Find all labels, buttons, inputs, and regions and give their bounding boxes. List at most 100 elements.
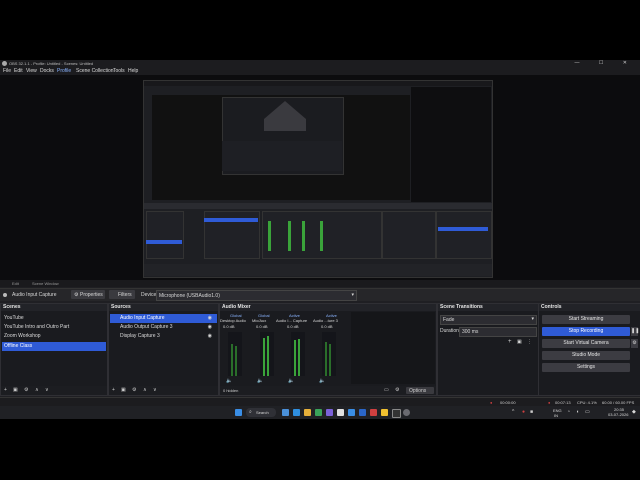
controls-dock: Controls Start Streaming Stop Recording … (538, 303, 640, 396)
scene-filters-icon[interactable]: ⚙ (24, 387, 28, 393)
menu-help[interactable]: Help (128, 68, 138, 74)
speaker-icon[interactable]: 🔈 (319, 378, 325, 384)
meter-level (325, 342, 327, 376)
tab-scene-window[interactable]: Scene Window (32, 281, 59, 286)
remove-scene-icon[interactable]: ▣ (13, 387, 18, 393)
add-scene-icon[interactable]: + (4, 387, 7, 393)
speaker-icon[interactable]: 🔈 (226, 378, 232, 384)
tab-edit[interactable]: Edit (12, 281, 19, 286)
channel-name: Mic/Aux (252, 318, 267, 323)
source-properties-icon[interactable]: ⚙ (132, 387, 136, 393)
file-explorer-icon[interactable] (304, 409, 311, 416)
device-select[interactable]: Microphone (USBAudio1.0) ▾ (156, 290, 357, 301)
more-options-icon[interactable]: ⋮ (527, 339, 532, 345)
mixer-layout-icon[interactable]: ▭ (384, 387, 389, 393)
scene-item[interactable]: Zoom Workshop (2, 332, 106, 341)
menu-tools[interactable]: Tools (113, 68, 125, 74)
properties-button[interactable]: ⚙ Properties (71, 290, 105, 299)
mixer-gear-icon[interactable]: ⚙ (395, 387, 399, 393)
title-bar: OBS 32.1.1 - Profile: Untitled - Scenes:… (0, 60, 640, 67)
add-transition-icon[interactable]: + (508, 339, 512, 345)
stop-recording-button[interactable]: Stop Recording (542, 327, 630, 336)
meter-level (263, 338, 265, 376)
move-up-icon[interactable]: ∧ (143, 387, 147, 393)
source-item-selected[interactable]: Audio Input Capture (110, 314, 217, 323)
start-virtual-camera-button[interactable]: Start Virtual Camera (542, 339, 630, 348)
window-controls[interactable]: — ☐ ✕ (575, 60, 636, 66)
windows-taskbar: ⌕ Search ^ ● ■ ENG IN ◔ ◖ ▭ 20:35 03-07-… (0, 406, 640, 419)
eye-icon[interactable]: ◉ (208, 333, 212, 339)
source-item[interactable]: Audio Output Capture 3 (110, 323, 217, 332)
notification-icon[interactable]: ◆ (632, 409, 636, 415)
word-icon[interactable] (359, 409, 366, 416)
search-label: Search (256, 410, 269, 415)
app-icon[interactable] (337, 409, 344, 416)
options-button[interactable]: Options (406, 387, 434, 394)
stream-time: 00:00:00 (500, 400, 516, 405)
wifi-icon[interactable]: ◔ (567, 409, 570, 415)
speaker-icon[interactable]: 🔈 (257, 378, 263, 384)
taskbar-search[interactable]: ⌕ Search (246, 408, 276, 417)
channel-db: 0.0 dB (256, 324, 268, 329)
scenes-footer: + ▣ ⚙ ∧ ∨ (1, 386, 107, 395)
sources-footer: + ▣ ⚙ ∧ ∨ (109, 386, 218, 395)
source-item[interactable]: Display Capture 3 (110, 332, 217, 341)
eye-icon[interactable]: ◉ (208, 315, 212, 321)
channel-db: 0.0 dB (223, 324, 235, 329)
app-icon[interactable] (381, 409, 388, 416)
move-down-icon[interactable]: ∨ (45, 387, 49, 393)
preview-canvas[interactable] (0, 75, 640, 285)
transition-select[interactable]: Fade ▾ (440, 315, 537, 325)
menu-docks[interactable]: Docks (40, 68, 54, 74)
filters-button[interactable]: Filters (109, 290, 135, 299)
scene-item-selected[interactable]: Offline Class (2, 342, 106, 351)
menu-view[interactable]: View (26, 68, 37, 74)
preview-display-capture (143, 80, 493, 278)
eye-icon[interactable]: ◉ (208, 324, 212, 330)
window-title: OBS 32.1.1 - Profile: Untitled - Scenes:… (9, 61, 94, 66)
remove-source-icon[interactable]: ▣ (121, 387, 126, 393)
app-icon[interactable] (315, 409, 322, 416)
menu-profile[interactable]: Profile (57, 68, 71, 74)
meter-level (329, 344, 331, 376)
move-up-icon[interactable]: ∧ (35, 387, 39, 393)
duration-input[interactable]: 300 ms (459, 327, 537, 337)
source-label: Display Capture 3 (120, 333, 160, 339)
speaker-icon[interactable]: 🔈 (288, 378, 294, 384)
add-source-icon[interactable]: + (112, 387, 115, 393)
menu-edit[interactable]: Edit (14, 68, 23, 74)
scene-item[interactable]: YouTube Intro and Outro Part (2, 323, 106, 332)
channel-db: 0.0 dB (287, 324, 299, 329)
start-streaming-button[interactable]: Start Streaming (542, 315, 630, 324)
windows-start-icon[interactable] (235, 409, 242, 416)
battery-icon[interactable]: ▭ (585, 409, 590, 415)
tray-chevron-icon[interactable]: ^ (512, 409, 514, 415)
pause-icon[interactable]: ❚❚ (631, 327, 639, 336)
tray-app-icon[interactable]: ■ (530, 409, 533, 415)
studio-mode-button[interactable]: Studio Mode (542, 351, 630, 360)
scene-transitions-dock: Scene Transitions Fade ▾ Duration 300 ms… (437, 303, 540, 396)
filters-label: Filters (118, 292, 132, 298)
app-icon[interactable] (403, 409, 410, 416)
volume-icon[interactable]: ◖ (576, 409, 579, 415)
app-icon[interactable] (348, 409, 355, 416)
app-icon[interactable] (326, 409, 333, 416)
remove-transition-icon[interactable]: ▣ (517, 339, 522, 345)
clock-date[interactable]: 03-07-2026 (608, 412, 628, 417)
settings-button[interactable]: Settings (542, 363, 630, 372)
gear-icon[interactable]: ⚙ (631, 339, 638, 348)
move-down-icon[interactable]: ∨ (153, 387, 157, 393)
menu-file[interactable]: File (3, 68, 11, 74)
app-icon[interactable] (370, 409, 377, 416)
chevron-down-icon: ▾ (531, 316, 534, 322)
source-label: Audio Input Capture (120, 315, 165, 321)
preview-tab-strip: Edit Scene Window (0, 280, 640, 287)
tray-app-icon[interactable]: ● (522, 409, 525, 415)
chrome-icon[interactable] (282, 409, 289, 416)
scene-item[interactable]: YouTube (2, 314, 106, 323)
audio-mixer-dock: Audio Mixer Global Global Active Active … (219, 303, 437, 396)
menu-scene-collection[interactable]: Scene Collection (76, 68, 114, 74)
selected-source-name: Audio Input Capture (12, 292, 57, 298)
edge-icon[interactable] (293, 409, 300, 416)
obs-taskbar-icon[interactable] (392, 409, 401, 418)
